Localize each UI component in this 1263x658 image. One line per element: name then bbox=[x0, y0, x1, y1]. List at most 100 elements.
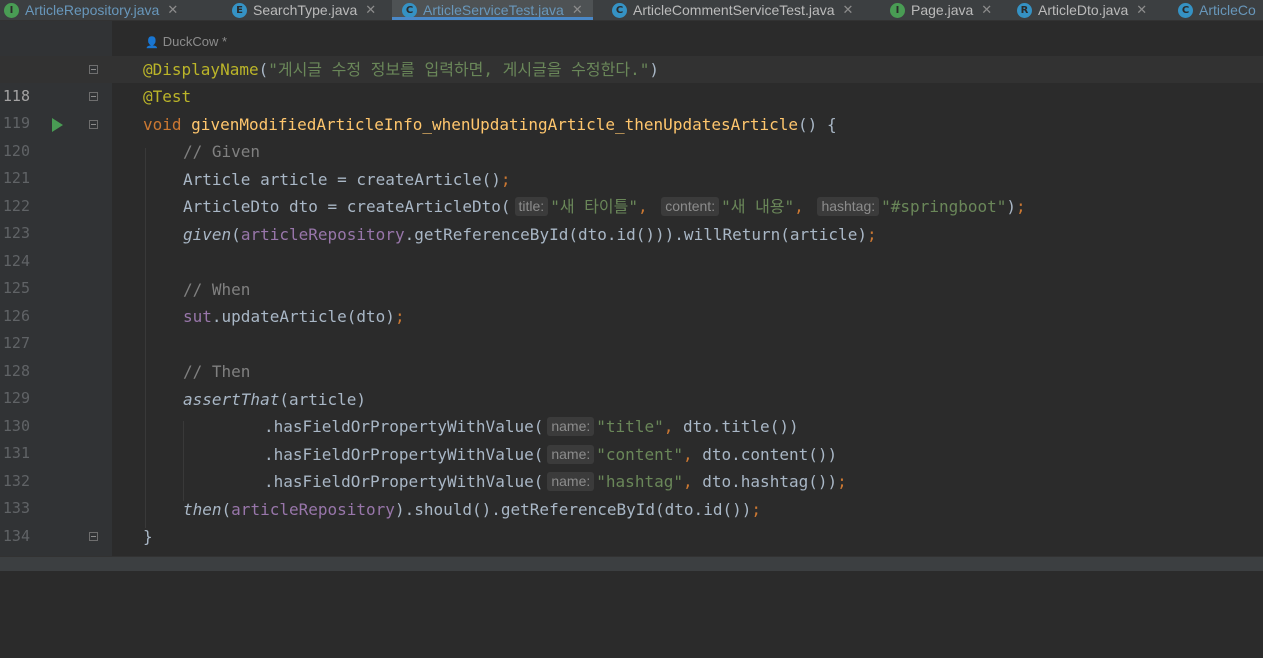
annotation: @Test bbox=[143, 87, 192, 106]
tab-label: SearchType.java bbox=[253, 2, 358, 18]
code-line-133[interactable]: 133 .hasFieldOrPropertyWithValue(name: "h… bbox=[0, 468, 1263, 517]
tab-article-dto[interactable]: R ArticleDto.java ✕ bbox=[1017, 0, 1147, 20]
code-line-132[interactable]: 132 .hasFieldOrPropertyWithValue(name: "c… bbox=[0, 441, 1263, 490]
close-icon[interactable]: ✕ bbox=[167, 3, 178, 18]
paren: ) bbox=[649, 60, 659, 79]
comma: , bbox=[663, 417, 674, 436]
parameter-hint: title: bbox=[514, 197, 549, 216]
code-line-134[interactable]: 134 then(articleRepository).should().get… bbox=[0, 496, 1263, 545]
code-text: (article) bbox=[279, 390, 367, 409]
code-text: ) bbox=[1006, 197, 1017, 216]
code-text: .getReferenceById(dto.id())).willReturn(… bbox=[404, 225, 867, 244]
string-literal: "#springboot" bbox=[881, 197, 1007, 216]
code-line-119[interactable]: 119 @Test bbox=[0, 83, 1263, 132]
tab-label: ArticleCo bbox=[1199, 2, 1256, 18]
parameter-hint: content: bbox=[661, 197, 720, 216]
code-text: .hasFieldOrPropertyWithValue( bbox=[264, 417, 544, 436]
enum-file-icon: E bbox=[232, 2, 247, 18]
code-text: ).should().getReferenceById(dto.id()) bbox=[394, 500, 752, 519]
close-icon[interactable]: ✕ bbox=[981, 3, 992, 18]
tab-article-comment-service-test[interactable]: C ArticleCommentServiceTest.java ✕ bbox=[612, 0, 853, 20]
code-line-126[interactable]: 126 // When bbox=[0, 276, 1263, 325]
author-name: DuckCow * bbox=[162, 34, 227, 49]
comment: // Given bbox=[183, 142, 261, 161]
tab-article-co[interactable]: C ArticleCo bbox=[1178, 0, 1256, 20]
tab-article-repository[interactable]: I ArticleRepository.java ✕ bbox=[4, 0, 178, 20]
fold-icon[interactable] bbox=[89, 532, 98, 541]
interface-file-icon: I bbox=[890, 2, 905, 18]
run-test-icon[interactable] bbox=[52, 118, 63, 132]
code-line-123[interactable]: 123 ArticleDto dto = createArticleDto(ti… bbox=[0, 193, 1263, 242]
close-icon[interactable]: ✕ bbox=[1136, 3, 1147, 18]
fold-icon[interactable] bbox=[89, 92, 98, 101]
code-text: .hasFieldOrPropertyWithValue( bbox=[264, 445, 544, 464]
class-file-icon: C bbox=[1178, 2, 1193, 18]
field: articleRepository bbox=[240, 225, 405, 244]
close-icon[interactable]: ✕ bbox=[572, 3, 583, 18]
field: sut bbox=[183, 307, 212, 326]
code-line-129[interactable]: 129 // Then bbox=[0, 358, 1263, 407]
code-line-122[interactable]: 122 Article article = createArticle(); bbox=[0, 166, 1263, 215]
parameter-hint: name: bbox=[547, 417, 595, 436]
fold-icon[interactable] bbox=[89, 65, 98, 74]
string-literal: "hashtag" bbox=[596, 472, 683, 491]
paren: ( bbox=[258, 60, 269, 79]
tab-search-type[interactable]: E SearchType.java ✕ bbox=[232, 0, 376, 20]
parameter-hint: name: bbox=[547, 472, 595, 491]
semicolon: ; bbox=[837, 472, 847, 491]
semicolon: ; bbox=[866, 225, 877, 244]
code-text: dto.content()) bbox=[692, 445, 838, 464]
code-text: } bbox=[143, 527, 153, 546]
record-file-icon: R bbox=[1017, 2, 1032, 18]
code-line-128[interactable]: 128 bbox=[0, 331, 1263, 380]
code-line-127[interactable]: 127 sut.updateArticle(dto); bbox=[0, 303, 1263, 352]
code-author-hint[interactable]: 👤 DuckCow * bbox=[145, 34, 227, 49]
static-method: then bbox=[183, 500, 222, 519]
parameter-hint: name: bbox=[547, 445, 595, 464]
code-text: .updateArticle(dto) bbox=[211, 307, 395, 326]
code-text: dto.hashtag()) bbox=[692, 472, 838, 491]
semicolon: ; bbox=[394, 307, 405, 326]
string-literal: "content" bbox=[596, 445, 683, 464]
comment: // When bbox=[183, 280, 251, 299]
status-bar bbox=[0, 556, 1263, 571]
close-icon[interactable]: ✕ bbox=[843, 3, 854, 18]
code-text: () { bbox=[798, 115, 837, 134]
string-literal: "게시글 수정 정보를 입력하면, 게시글을 수정한다." bbox=[268, 60, 650, 79]
tab-label: ArticleRepository.java bbox=[25, 2, 160, 18]
code-line-124[interactable]: 124 given(articleRepository.getReference… bbox=[0, 221, 1263, 270]
comment: // Then bbox=[183, 362, 251, 381]
code-line-120[interactable]: 120 void givenModifiedArticleInfo_whenUp… bbox=[0, 111, 1263, 160]
code-line-125[interactable]: 125 bbox=[0, 248, 1263, 297]
parameter-hint: hashtag: bbox=[817, 197, 880, 216]
person-icon: 👤 bbox=[145, 37, 159, 49]
tab-label: ArticleDto.java bbox=[1038, 2, 1129, 18]
tab-page[interactable]: I Page.java ✕ bbox=[890, 0, 992, 20]
code-editor[interactable]: 👤 DuckCow * 118 @DisplayName("게시글 수정 정보를 … bbox=[0, 21, 1263, 572]
semicolon: ; bbox=[1016, 197, 1026, 216]
close-icon[interactable]: ✕ bbox=[365, 3, 376, 18]
code-text: Article article = createArticle() bbox=[183, 170, 501, 189]
comma: , bbox=[637, 197, 648, 216]
code-line-135[interactable]: 135 } bbox=[0, 523, 1263, 572]
comma: , bbox=[682, 472, 693, 491]
static-method: given bbox=[183, 225, 232, 244]
keyword: void bbox=[143, 115, 192, 134]
tab-article-service-test[interactable]: C ArticleServiceTest.java ✕ bbox=[392, 0, 593, 20]
fold-icon[interactable] bbox=[89, 120, 98, 129]
code-line-121[interactable]: 121 // Given bbox=[0, 138, 1263, 187]
code-line-118[interactable]: 118 @DisplayName("게시글 수정 정보를 입력하면, 게시글을 … bbox=[0, 56, 1263, 105]
string-literal: "새 내용" bbox=[721, 197, 795, 216]
code-text: ArticleDto dto = createArticleDto( bbox=[183, 197, 511, 216]
code-line-130[interactable]: 130 assertThat(article) bbox=[0, 386, 1263, 435]
semicolon: ; bbox=[751, 500, 761, 519]
interface-file-icon: I bbox=[4, 2, 19, 18]
tab-label: Page.java bbox=[911, 2, 974, 18]
code-line-131[interactable]: 131 .hasFieldOrPropertyWithValue(name: "t… bbox=[0, 413, 1263, 462]
class-file-icon: C bbox=[612, 2, 627, 18]
comma: , bbox=[682, 445, 693, 464]
code-text: .hasFieldOrPropertyWithValue( bbox=[264, 472, 544, 491]
tab-label: ArticleServiceTest.java bbox=[423, 2, 564, 18]
comma: , bbox=[794, 197, 804, 216]
paren: ( bbox=[231, 225, 241, 244]
